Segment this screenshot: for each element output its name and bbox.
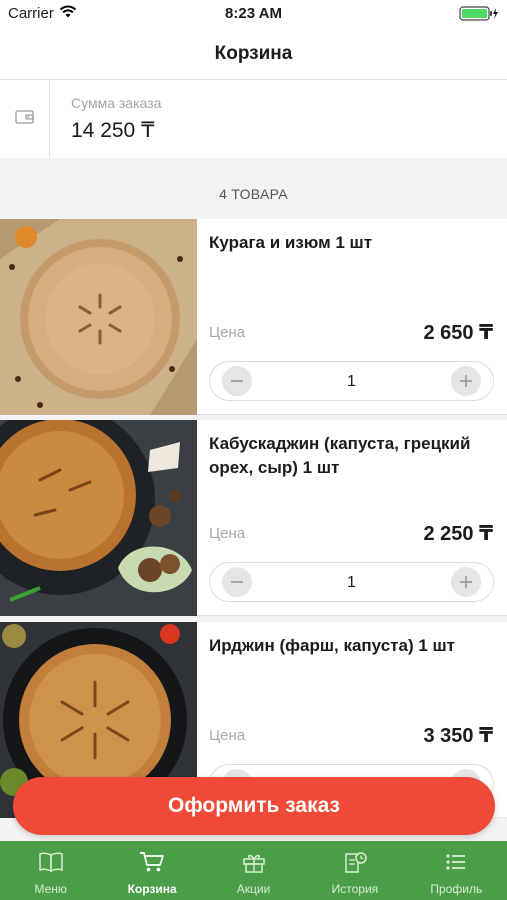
tab-promotions[interactable]: Акции	[203, 841, 304, 900]
product-name: Ирджин (фарш, капуста) 1 шт	[209, 636, 456, 655]
price-value: 3 350 ₸	[423, 725, 493, 747]
tab-label: История	[331, 882, 379, 896]
navigation-bar: Корзина	[0, 28, 507, 80]
list-icon	[443, 851, 469, 878]
price-label: Цена	[209, 324, 246, 341]
price-label: Цена	[209, 525, 246, 542]
items-count: 4 ТОВАРА	[219, 186, 288, 202]
clock: 8:23 AM	[225, 5, 282, 22]
order-summary: Сумма заказа 14 250 ₸	[0, 80, 507, 158]
battery-icon	[459, 6, 499, 21]
product-name: Кабускаджин (капуста, грецкий орех, сыр)…	[209, 434, 471, 477]
tab-cart[interactable]: Корзина	[101, 841, 202, 900]
price-value: 2 650 ₸	[423, 322, 493, 344]
tab-profile[interactable]: Профиль	[406, 841, 507, 900]
status-bar: Carrier 8:23 AM	[0, 0, 507, 28]
tab-label: Корзина	[127, 882, 177, 896]
quantity-stepper[interactable]: 1	[209, 562, 494, 602]
product-image	[0, 219, 197, 415]
increase-quantity-button[interactable]	[451, 366, 481, 396]
book-icon	[38, 851, 64, 878]
cart-item[interactable]: Кабускаджин (капуста, грецкий орех, сыр)…	[0, 420, 507, 616]
tab-label: Меню	[34, 882, 67, 896]
price-value: 2 250 ₸	[423, 523, 493, 545]
history-icon	[342, 851, 368, 878]
quantity-stepper[interactable]: 1	[209, 361, 494, 401]
plus-icon	[460, 576, 472, 588]
product-name: Курага и изюм 1 шт	[209, 233, 373, 252]
cart-item[interactable]: Курага и изюм 1 шт Цена 2 650 ₸ 1	[0, 219, 507, 415]
tab-label: Профиль	[430, 882, 483, 896]
order-sum-value: 14 250 ₸	[71, 119, 155, 142]
checkout-button[interactable]: Оформить заказ	[13, 777, 495, 835]
tab-bar: Меню Корзина Акции История Профиль	[0, 841, 507, 900]
wallet-cell	[0, 80, 50, 158]
tab-label: Акции	[236, 882, 271, 896]
cart-icon	[139, 851, 165, 878]
page-title: Корзина	[214, 42, 293, 64]
gift-icon	[241, 851, 267, 878]
tab-history[interactable]: История	[304, 841, 405, 900]
product-image	[0, 420, 197, 616]
plus-icon	[460, 375, 472, 387]
wallet-icon	[14, 109, 35, 130]
order-sum-label: Сумма заказа	[71, 95, 162, 111]
increase-quantity-button[interactable]	[451, 567, 481, 597]
tab-menu[interactable]: Меню	[0, 841, 101, 900]
price-label: Цена	[209, 727, 246, 744]
